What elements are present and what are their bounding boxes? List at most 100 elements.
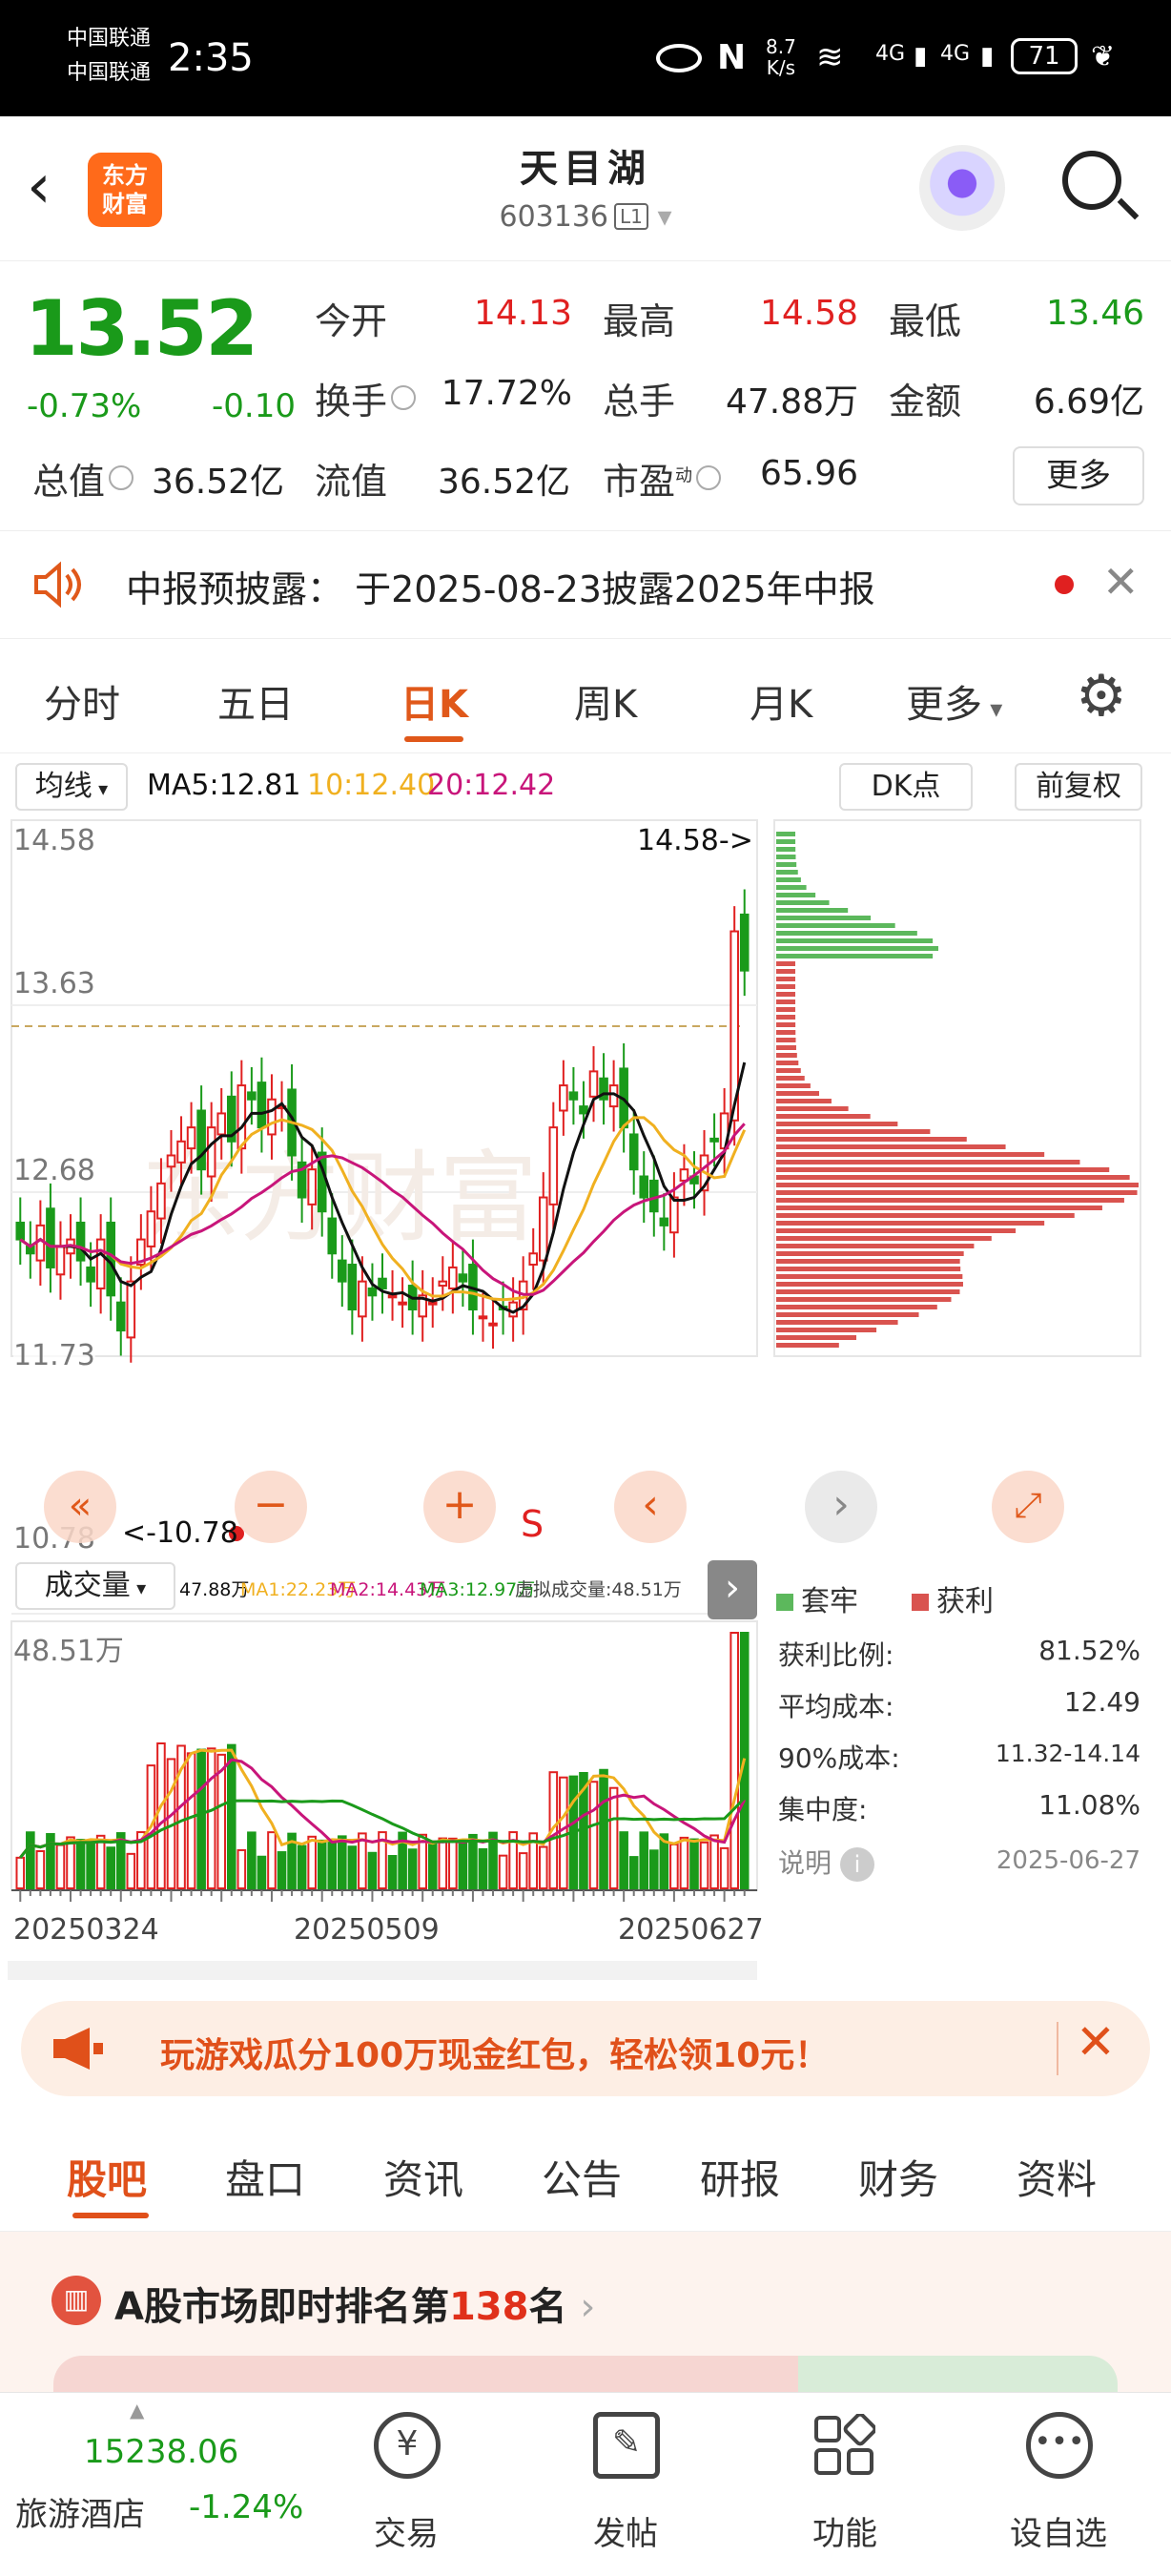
tab-more[interactable]: 更多 ▾ <box>906 673 1002 729</box>
turnover-label: 换手 <box>315 372 417 424</box>
last-price: 13.52 <box>25 284 258 373</box>
index-widget[interactable]: ▲ 15238.06 旅游酒店 -1.24% <box>0 2393 315 2576</box>
scroll-left-icon[interactable]: « <box>44 1471 116 1543</box>
chip-bar <box>776 1160 1080 1164</box>
nav-post[interactable]: 发帖 <box>549 2507 702 2554</box>
chip-bar <box>776 1312 919 1317</box>
rank-chart-icon: ▥ <box>51 2276 101 2325</box>
candle-body <box>739 913 750 972</box>
scroll-track[interactable] <box>8 1961 757 1980</box>
close-icon[interactable]: ✕ <box>1102 556 1140 608</box>
info-dot-icon[interactable] <box>391 385 417 410</box>
tab-weekly-k[interactable]: 周K <box>574 673 637 729</box>
volume-bar <box>719 1846 729 1889</box>
more-button[interactable]: 更多 <box>1013 446 1144 505</box>
nav-add-watch[interactable]: 设自选 <box>982 2507 1135 2554</box>
rank-text: A股市场即时排名第138名 › <box>114 2285 596 2329</box>
tab-daily-k[interactable]: 日K <box>401 673 468 729</box>
date-start: 20250324 <box>13 1913 159 1947</box>
nav-trade[interactable]: 交易 <box>330 2507 483 2554</box>
zoom-in-icon[interactable]: + <box>423 1471 496 1543</box>
rank-card[interactable]: ▥ A股市场即时排名第138名 › <box>0 2232 1171 2394</box>
volume-bar <box>619 1831 628 1889</box>
vol-axis-max: 48.51万 <box>13 1635 124 1668</box>
candle-body <box>86 1266 95 1283</box>
tab-finance[interactable]: 财务 <box>858 2148 938 2206</box>
zoom-out-icon[interactable]: − <box>235 1471 307 1543</box>
volume-selector[interactable]: 成交量 ▾ <box>15 1562 175 1610</box>
note-link[interactable]: 说明 i <box>778 1843 874 1882</box>
candle-body <box>387 1294 398 1299</box>
signal-2: 4G <box>940 42 971 66</box>
tab-research[interactable]: 研报 <box>700 2148 780 2206</box>
tab-profile[interactable]: 资料 <box>1017 2148 1097 2206</box>
info-dot-icon[interactable] <box>109 465 134 490</box>
chip-bar <box>776 1175 1130 1180</box>
tab-orderbook[interactable]: 盘口 <box>225 2148 305 2206</box>
chip-date: 2025-06-27 <box>996 1846 1140 1875</box>
battery-level: 71 <box>1011 38 1078 74</box>
tab-announcement[interactable]: 公告 <box>542 2148 622 2206</box>
float-value: 36.52亿 <box>437 463 570 502</box>
signal-bars-icon: ▮ <box>914 42 928 71</box>
chip-bar <box>776 1198 1124 1203</box>
low-value: 13.46 <box>1045 294 1144 333</box>
carrier-2: 中国联通 <box>67 61 152 85</box>
kline-svg[interactable]: 东方财富 <box>0 755 1171 1986</box>
amount-label: 金额 <box>889 381 962 422</box>
chip-bar <box>776 1061 799 1065</box>
pe-value: 65.96 <box>759 454 858 493</box>
volume-bar <box>538 1845 548 1890</box>
open-label: 今开 <box>315 300 388 342</box>
tab-five-day[interactable]: 五日 <box>217 673 294 729</box>
nfc-icon: N <box>717 38 747 77</box>
chip-bar <box>776 1244 975 1248</box>
volume-bar <box>75 1839 86 1890</box>
volume-bar <box>407 1848 418 1889</box>
robot-avatar-icon[interactable] <box>919 145 1005 231</box>
chip-bar <box>776 1335 857 1340</box>
gear-icon[interactable]: ⚙ <box>1076 668 1127 725</box>
tab-forum[interactable]: 股吧 <box>67 2148 147 2206</box>
chip-bar <box>776 938 934 943</box>
candle-body <box>15 1221 26 1241</box>
volume-value: 47.88万 <box>725 382 858 422</box>
nav-function[interactable]: 功能 <box>769 2507 921 2554</box>
chip-bar <box>776 946 938 951</box>
candle-body <box>338 1259 347 1283</box>
volume-bar <box>106 1846 116 1890</box>
info-dot-icon[interactable] <box>696 465 722 490</box>
chip-bar <box>776 1038 796 1042</box>
leaf-icon: ❦ <box>1091 40 1116 73</box>
volume-bar <box>297 1844 307 1890</box>
signal-bars-icon-2: ▮ <box>980 42 995 71</box>
chip-bar <box>776 992 796 997</box>
candle-body <box>267 1098 277 1136</box>
candle-body <box>166 1154 176 1168</box>
volume-bar <box>518 1852 528 1890</box>
notice-bar[interactable]: 中报预披露： 于2025-08-23披露2025年中报 ✕ <box>0 530 1171 639</box>
next-icon[interactable]: › <box>805 1471 877 1543</box>
candle-body <box>206 1126 216 1178</box>
candle-body <box>367 1287 378 1297</box>
close-icon[interactable]: ✕ <box>1076 2014 1116 2070</box>
clock: 2:35 <box>168 36 254 80</box>
candle-body <box>55 1245 66 1276</box>
tab-news[interactable]: 资讯 <box>383 2148 463 2206</box>
candle-body <box>146 1210 156 1247</box>
prev-icon[interactable]: ‹ <box>614 1471 687 1543</box>
promo-banner[interactable]: 玩游戏瓜分100万现金红包，轻松领10元！ ✕ <box>21 2001 1150 2096</box>
volume-bar <box>196 1748 206 1889</box>
chip-bar <box>776 1251 964 1256</box>
chip-bar <box>776 1114 871 1119</box>
chip-bar <box>776 1274 963 1279</box>
volume-bar <box>588 1781 599 1889</box>
tab-monthly-k[interactable]: 月K <box>750 673 812 729</box>
expand-icon[interactable]: ⤢ <box>992 1471 1064 1543</box>
search-icon[interactable] <box>1062 151 1121 210</box>
collapse-arrow-icon[interactable]: › <box>708 1560 757 1619</box>
index-value: 15238.06 <box>84 2433 239 2471</box>
tab-intraday[interactable]: 分时 <box>44 673 120 729</box>
volume-bar <box>729 1632 739 1889</box>
level-badge: L1 <box>614 203 648 230</box>
